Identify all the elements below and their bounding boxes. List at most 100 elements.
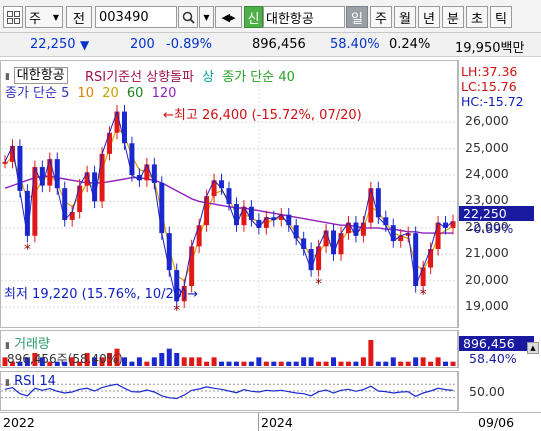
realtime-badge[interactable]: 신: [244, 6, 263, 28]
volume-bar: [413, 357, 419, 366]
period-tab-3[interactable]: 년: [418, 6, 440, 28]
lc-label: LC:15.76: [461, 79, 517, 94]
chevron-down-icon: ▼: [52, 12, 59, 22]
candle-body: [196, 225, 202, 247]
signal-marker-icon: *: [173, 303, 180, 319]
high-annotation-label: 최고 26,400 (-15.72%, 07/20): [173, 108, 362, 123]
change-percent: -0.89%: [166, 37, 212, 52]
stock-name: 대한항공: [266, 11, 314, 27]
candle-body: [263, 217, 269, 228]
hc-label: HC:-15.72: [461, 94, 524, 109]
price-chart-panel[interactable]: * * * * ▮ 대한항공 RSI기준선 상향돌파 상 종가 단순 40 종가 단순…: [0, 60, 458, 328]
legend-ma60: 60: [126, 86, 144, 101]
candle-body: [353, 222, 359, 236]
candle-body: [390, 225, 396, 242]
candle-body: [435, 222, 441, 249]
period-selector-label: 주: [29, 11, 41, 27]
volume-bar: [196, 357, 202, 366]
period-tab-4[interactable]: 분: [442, 6, 464, 28]
volume-bar: [316, 361, 322, 366]
candle-body: [99, 153, 105, 202]
chevron-down-icon: ▼: [203, 12, 210, 22]
candle-body: [39, 167, 45, 186]
period-tab-2[interactable]: 월: [394, 6, 416, 28]
candle-body: [24, 190, 30, 236]
volume-bar: [398, 361, 404, 366]
y-tick-label: 24,000: [465, 166, 509, 181]
legend-ma40: 종가 단순 40: [222, 70, 295, 85]
realtime-badge-label: 신: [247, 11, 260, 27]
rsi-axis: 50.00: [458, 371, 541, 411]
volume-axis: 896,456 58.40% ▲: [458, 330, 541, 368]
candle-body: [92, 172, 98, 202]
rsi-panel[interactable]: ▮ RSI 14: [0, 371, 458, 411]
volume-bar: [293, 361, 299, 366]
volume-bar: [301, 357, 307, 366]
volume-bar: [241, 361, 247, 366]
signal-marker-icon: *: [315, 276, 322, 292]
candle-body: [47, 159, 53, 186]
volume-bar: [450, 361, 456, 366]
legend-ma10: 10: [77, 86, 95, 101]
volume-bar: [159, 353, 165, 366]
volume-bar: [353, 361, 359, 366]
volume-tag: 896,456: [459, 336, 534, 351]
candle-body: [107, 132, 113, 154]
volume-bar: [189, 357, 195, 366]
volume-bar: [286, 361, 292, 366]
candle-body: [204, 196, 210, 226]
prev-button[interactable]: 전: [66, 6, 92, 28]
stock-code-input[interactable]: 003490: [95, 6, 177, 28]
y-tick-label: 19,000: [465, 298, 509, 314]
volume-value-label: 896,456주(58.40%): [7, 352, 123, 366]
legend-ma20: 20: [102, 86, 119, 101]
period-tab-0[interactable]: 일: [346, 6, 368, 28]
candle-body: [226, 188, 232, 205]
candle-body: [345, 222, 351, 234]
period-tab-label: 월: [399, 11, 411, 27]
high-annotation: ←최고 26,400 (-15.72%, 07/20): [163, 104, 362, 123]
period-tab-label: 분: [447, 11, 459, 27]
grid-menu-icon[interactable]: [3, 6, 23, 28]
period-tab-label: 년: [423, 11, 435, 27]
up-arrow-icon[interactable]: ▲: [527, 342, 539, 354]
lh-label: LH:37.36: [461, 64, 518, 79]
current-price: 22,250: [30, 37, 76, 52]
volume-bar: [443, 361, 449, 366]
candle-body: [151, 164, 157, 183]
price-axis: LH:37.36 LC:15.76 HC:-15.72 26,000 25,000…: [458, 60, 541, 328]
volume-bar: [144, 361, 150, 366]
more-button[interactable]: ▼: [199, 6, 214, 28]
volume-bar: [360, 357, 366, 366]
candle-body: [286, 214, 292, 226]
stock-name-field: 대한항공: [263, 6, 345, 28]
speaker-icon: ◀▸: [221, 10, 236, 24]
low-annotation-label: 최저 19,220 (15.76%, 10/20): [4, 287, 188, 302]
volume-bar: [278, 361, 284, 366]
y-tick-label: 26,000: [465, 113, 509, 129]
volume-bar: [331, 357, 337, 366]
current-pct-tag: -0.89%: [469, 221, 514, 236]
volume-bar: [174, 353, 180, 366]
volume-bar: [256, 357, 262, 366]
candle-body: [360, 222, 366, 236]
period-tab-1[interactable]: 주: [370, 6, 392, 28]
period-selector[interactable]: 주 ▼: [25, 6, 63, 28]
period-tab-5[interactable]: 초: [466, 6, 488, 28]
candle-body: [166, 233, 172, 271]
y-tick-label: 25,000: [465, 139, 509, 155]
candle-body: [129, 143, 135, 175]
stock-code-value: 003490: [99, 9, 149, 25]
search-button[interactable]: [178, 6, 198, 28]
current-price-tag: 22,250: [459, 206, 534, 221]
volume-panel[interactable]: ▮ 거래량 896,456주(58.40%): [0, 330, 458, 368]
rsi-title-label: RSI 14: [14, 374, 56, 389]
x-axis: 2022 2024 09/06: [0, 412, 541, 431]
candle-body: [54, 159, 60, 189]
sound-button[interactable]: ◀▸: [215, 6, 242, 28]
period-tab-6[interactable]: 틱: [490, 6, 512, 28]
rsi-chart: [1, 383, 457, 400]
volume-ratio: 58.40%: [330, 37, 380, 52]
volume-bar: [375, 361, 381, 366]
turnover: 0.24%: [389, 37, 431, 52]
